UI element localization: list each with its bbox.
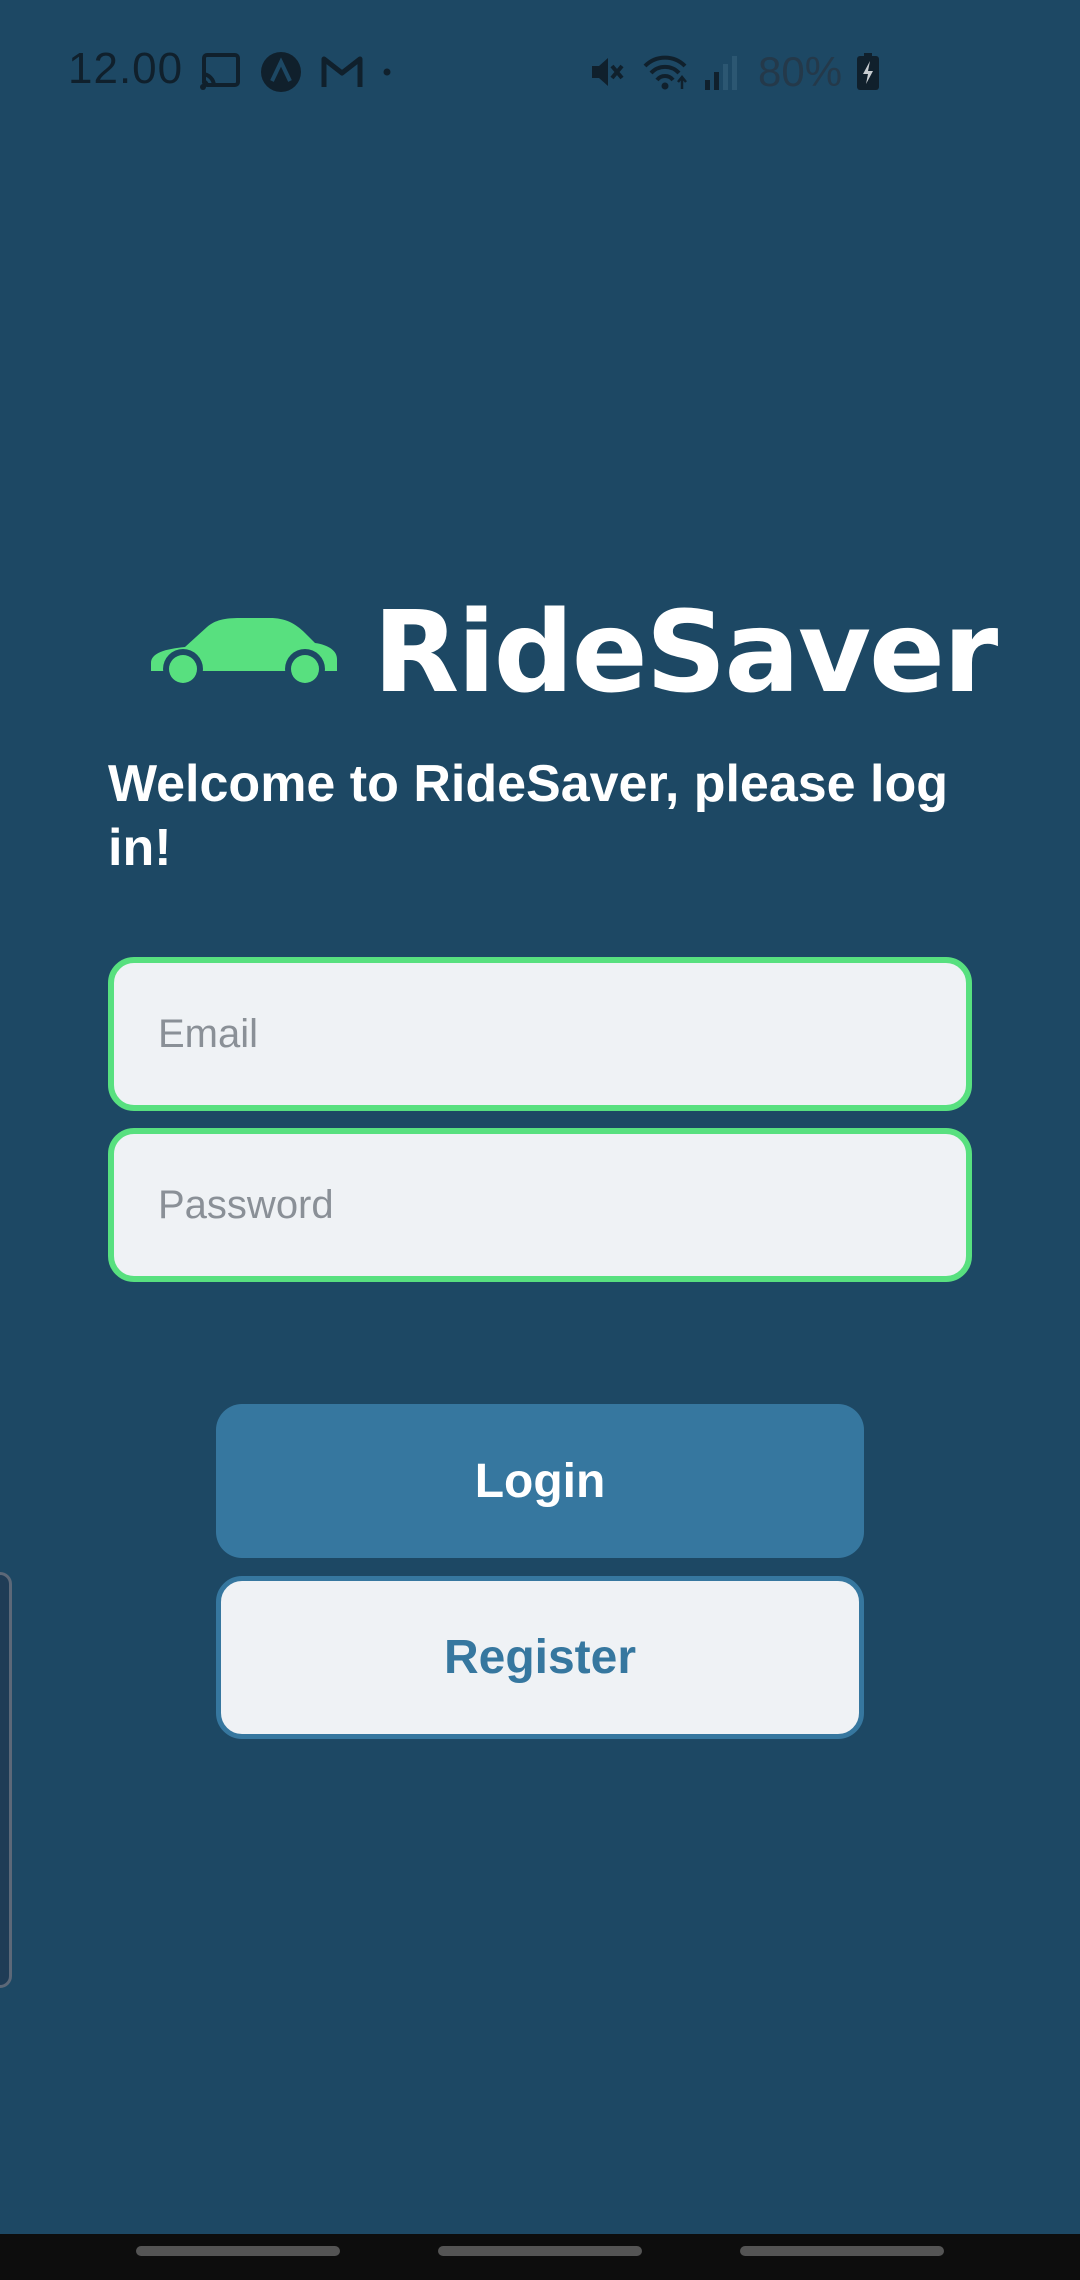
status-time: 12.00 — [68, 44, 184, 93]
battery-charging-icon — [857, 53, 880, 90]
wifi-icon — [643, 55, 687, 90]
login-button[interactable]: Login — [216, 1404, 864, 1558]
app-logo: RideSaver — [145, 587, 998, 718]
gmail-icon — [321, 56, 363, 87]
navigation-bar — [0, 2234, 1080, 2280]
status-icons-left — [198, 50, 392, 94]
app-a-icon — [261, 52, 301, 92]
nav-back-handle[interactable] — [740, 2246, 944, 2256]
email-input[interactable] — [114, 1010, 966, 1058]
signal-icon — [705, 56, 737, 90]
email-field[interactable] — [108, 957, 972, 1111]
mute-icon — [592, 58, 624, 86]
dot-icon — [383, 68, 391, 76]
battery-percent: 80% — [758, 48, 843, 95]
nav-recents-handle[interactable] — [136, 2246, 340, 2256]
nav-home-handle[interactable] — [438, 2246, 642, 2256]
edge-panel-handle[interactable] — [0, 1572, 12, 1988]
password-input[interactable] — [114, 1181, 966, 1229]
password-field[interactable] — [108, 1128, 972, 1282]
register-button[interactable]: Register — [216, 1576, 864, 1739]
cast-icon — [200, 53, 240, 90]
car-icon — [151, 617, 337, 689]
status-bar: 12.00 80% — [0, 0, 1080, 140]
welcome-heading: Welcome to RideSaver, please log in! — [108, 755, 949, 877]
logo-text: RideSaver — [373, 587, 998, 718]
status-icons-right: 80% — [588, 48, 880, 95]
